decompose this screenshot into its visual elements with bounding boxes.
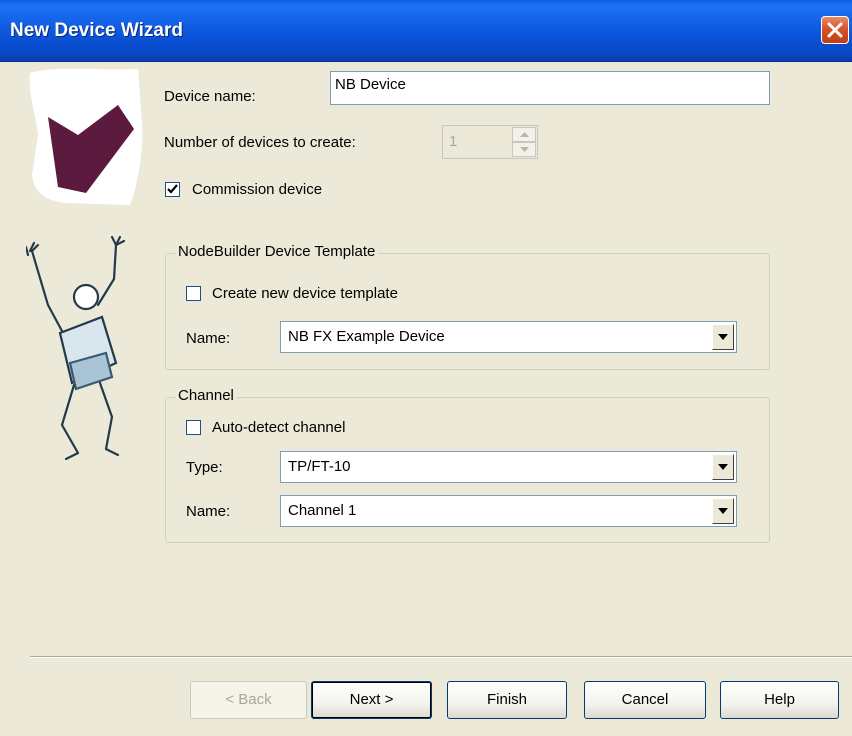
spin-down-button[interactable] — [512, 142, 536, 157]
channel-name-label: Name: — [186, 503, 231, 520]
dancing-person-sketch — [26, 235, 126, 461]
commission-device-checkbox[interactable] — [165, 182, 180, 197]
channel-type-value: TP/FT-10 — [288, 458, 351, 475]
dropdown-arrow-icon — [718, 464, 728, 470]
template-name-dropdown[interactable]: NB FX Example Device — [280, 321, 737, 353]
dropdown-arrow-icon — [718, 334, 728, 340]
button-separator — [30, 656, 852, 658]
channel-type-dropdown[interactable]: TP/FT-10 — [280, 451, 737, 483]
channel-legend: Channel — [175, 387, 237, 404]
autodetect-channel-checkbox[interactable] — [186, 420, 201, 435]
close-button[interactable] — [821, 16, 849, 44]
device-count-stepper[interactable]: 1 — [442, 125, 538, 159]
wizard-illustration — [26, 68, 143, 461]
spin-down-icon — [520, 147, 529, 152]
channel-type-dropdown-button[interactable] — [712, 454, 734, 480]
cancel-button[interactable]: Cancel — [584, 681, 706, 719]
create-template-checkbox[interactable] — [186, 286, 201, 301]
device-template-legend: NodeBuilder Device Template — [175, 243, 379, 260]
help-button[interactable]: Help — [720, 681, 839, 719]
template-name-label: Name: — [186, 330, 231, 347]
channel-type-label: Type: — [186, 459, 223, 476]
back-button[interactable]: < Back — [190, 681, 307, 719]
channel-name-dropdown-button[interactable] — [712, 498, 734, 524]
spin-up-icon — [520, 132, 529, 137]
next-button[interactable]: Next > — [311, 681, 432, 719]
device-count-label: Number of devices to create: — [164, 134, 356, 151]
channel-name-dropdown[interactable]: Channel 1 — [280, 495, 737, 527]
autodetect-channel-label: Auto-detect channel — [212, 419, 346, 436]
commission-device-label: Commission device — [192, 181, 323, 198]
device-count-value: 1 — [449, 133, 458, 150]
title-bar: New Device Wizard — [0, 0, 852, 62]
finish-button[interactable]: Finish — [447, 681, 567, 719]
channel-name-value: Channel 1 — [288, 502, 357, 519]
create-template-label: Create new device template — [212, 285, 398, 302]
device-name-label: Device name: — [164, 88, 256, 105]
device-name-input[interactable]: NB Device — [330, 71, 770, 105]
template-name-value: NB FX Example Device — [288, 328, 445, 345]
window-title: New Device Wizard — [10, 20, 184, 41]
spin-up-button[interactable] — [512, 127, 536, 142]
template-name-dropdown-button[interactable] — [712, 324, 734, 350]
close-icon — [827, 22, 843, 38]
checkmark-icon — [167, 184, 178, 194]
dropdown-arrow-icon — [718, 508, 728, 514]
